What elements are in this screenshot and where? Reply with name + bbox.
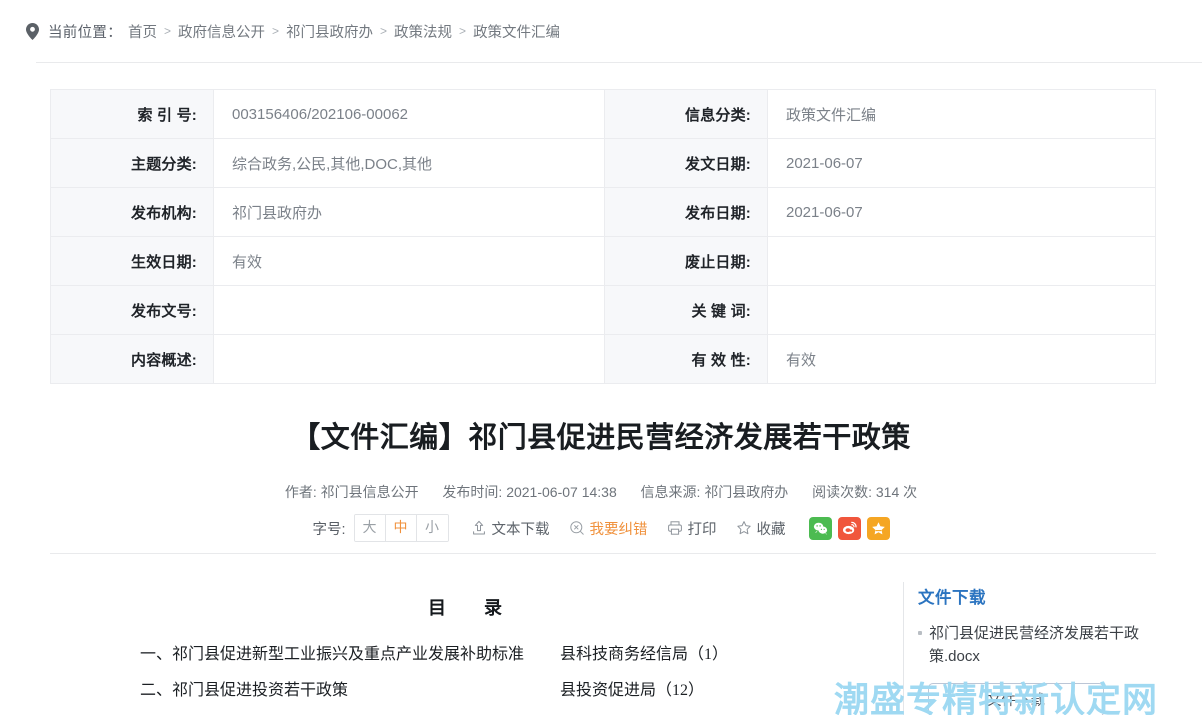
breadcrumb-separator: > xyxy=(164,24,172,38)
share-qzone-button[interactable] xyxy=(866,516,890,540)
text-download-label: 文本下载 xyxy=(491,521,550,538)
author-value: 祁门县信息公开 xyxy=(320,484,419,500)
meta-label: 信息分类: xyxy=(604,89,768,139)
file-name: 祁门县促进民营经济发展若干政策.docx xyxy=(929,625,1140,666)
meta-label: 发布日期: xyxy=(604,187,768,237)
document-metadata-table: 索 引 号: 003156406/202106-00062 信息分类: 政策文件… xyxy=(50,89,1156,384)
meta-value xyxy=(767,236,1156,286)
share-buttons xyxy=(808,516,890,540)
publish-time-value: 2021-06-07 14:38 xyxy=(506,484,617,500)
table-row: 发布文号: 关 键 词: xyxy=(50,285,1156,335)
file-download-heading: 文件下载 xyxy=(918,589,986,607)
breadcrumb-item-2[interactable]: 祁门县政府办 xyxy=(286,21,373,42)
meta-label: 发文日期: xyxy=(604,138,768,188)
file-download-link[interactable]: 祁门县促进民营经济发展若干政策.docx xyxy=(918,622,1168,669)
meta-label: 主题分类: xyxy=(50,138,214,188)
breadcrumb-item-0[interactable]: 首页 xyxy=(128,21,157,42)
meta-value xyxy=(213,334,605,384)
header-divider xyxy=(36,62,1202,63)
table-row: 内容概述: 有 效 性: 有效 xyxy=(50,334,1156,384)
page-title: 【文件汇编】祁门县促进民营经济发展若干政策 xyxy=(291,422,911,454)
breadcrumb: 当前位置： 首页 > 政府信息公开 > 祁门县政府办 > 政策法规 > 政策文件… xyxy=(0,0,1202,62)
article-toolbar: 字号: 大 中 小 文本下载 我要纠错 打印 收藏 xyxy=(0,514,1202,542)
star-icon xyxy=(736,521,751,535)
table-row: 生效日期: 有效 废止日期: xyxy=(50,236,1156,286)
toc-entry-name: 一、祁门县促进新型工业振兴及重点产业发展补助标准 xyxy=(140,646,525,663)
font-size-large-button[interactable]: 大 xyxy=(354,515,386,541)
download-file-button[interactable]: 文件下载 xyxy=(928,682,1104,715)
meta-value xyxy=(213,285,605,335)
meta-label: 有 效 性: xyxy=(604,334,768,384)
meta-value xyxy=(767,285,1156,335)
content-divider xyxy=(50,553,1156,554)
error-report-button[interactable]: 我要纠错 xyxy=(569,518,648,539)
download-icon xyxy=(472,520,485,535)
meta-value: 2021-06-07 xyxy=(767,187,1156,237)
font-size-medium-button[interactable]: 中 xyxy=(385,515,417,541)
meta-label: 发布机构: xyxy=(50,187,214,237)
views-label: 阅读次数: xyxy=(812,484,872,500)
font-size-selector[interactable]: 大 中 小 xyxy=(353,514,449,542)
breadcrumb-separator: > xyxy=(272,24,280,38)
source-value: 祁门县政府办 xyxy=(704,484,789,500)
meta-label: 发布文号: xyxy=(50,285,214,335)
list-item[interactable]: 二、祁门县促进投资若干政策 县投资促进局（12） xyxy=(50,664,890,700)
meta-value: 政策文件汇编 xyxy=(767,89,1156,139)
breadcrumb-label: 当前位置： xyxy=(48,24,122,41)
bullet-icon xyxy=(918,631,922,635)
publish-time-label: 发布时间: xyxy=(442,484,503,500)
share-wechat-button[interactable] xyxy=(808,516,832,540)
printer-icon xyxy=(667,521,682,535)
meta-value: 有效 xyxy=(213,236,605,286)
views-value: 314 次 xyxy=(875,484,918,500)
sidebar-divider xyxy=(903,582,904,715)
article-meta: 作者: 祁门县信息公开 发布时间: 2021-06-07 14:38 信息来源:… xyxy=(0,482,1202,502)
toc-entry-name: 二、祁门县促进投资若干政策 xyxy=(140,682,349,699)
breadcrumb-item-4: 政策文件汇编 xyxy=(473,24,561,41)
meta-value: 综合政务,公民,其他,DOC,其他 xyxy=(213,138,605,188)
meta-value: 祁门县政府办 xyxy=(213,187,605,237)
file-download-panel: 文件下载 祁门县促进民营经济发展若干政策.docx 文件下载 xyxy=(918,584,1168,715)
meta-value: 有效 xyxy=(767,334,1156,384)
document-body: 目 录 一、祁门县促进新型工业振兴及重点产业发展补助标准 县科技商务经信局（1）… xyxy=(50,572,890,700)
font-size-label: 字号: xyxy=(312,521,346,538)
location-pin-icon xyxy=(26,22,39,40)
breadcrumb-separator: > xyxy=(459,24,467,38)
share-weibo-button[interactable] xyxy=(837,516,861,540)
table-row: 发布机构: 祁门县政府办 发布日期: 2021-06-07 xyxy=(50,187,1156,237)
wechat-icon xyxy=(813,522,827,535)
toc-heading: 目 录 xyxy=(428,598,512,618)
weibo-icon xyxy=(842,521,857,535)
toc-entry-dept: 县科技商务经信局（1） xyxy=(560,646,729,663)
favorite-label: 收藏 xyxy=(756,521,786,538)
source-label: 信息来源: xyxy=(640,484,701,500)
favorite-button[interactable]: 收藏 xyxy=(736,518,786,539)
meta-label: 内容概述: xyxy=(50,334,214,384)
meta-value: 003156406/202106-00062 xyxy=(213,89,605,139)
print-label: 打印 xyxy=(687,521,717,538)
toc-entry-dept: 县投资促进局（12） xyxy=(560,682,705,699)
error-report-label: 我要纠错 xyxy=(589,521,648,538)
font-size-small-button[interactable]: 小 xyxy=(416,515,448,541)
qzone-icon xyxy=(871,521,885,534)
meta-value: 2021-06-07 xyxy=(767,138,1156,188)
meta-label: 生效日期: xyxy=(50,236,214,286)
breadcrumb-item-1[interactable]: 政府信息公开 xyxy=(178,21,265,42)
meta-label: 关 键 词: xyxy=(604,285,768,335)
text-download-button[interactable]: 文本下载 xyxy=(471,518,550,539)
error-report-icon xyxy=(569,521,584,535)
meta-label: 废止日期: xyxy=(604,236,768,286)
meta-label: 索 引 号: xyxy=(50,89,214,139)
print-button[interactable]: 打印 xyxy=(667,518,717,539)
breadcrumb-separator: > xyxy=(380,24,388,38)
list-item[interactable]: 一、祁门县促进新型工业振兴及重点产业发展补助标准 县科技商务经信局（1） xyxy=(50,628,890,664)
table-row: 索 引 号: 003156406/202106-00062 信息分类: 政策文件… xyxy=(50,89,1156,139)
table-row: 主题分类: 综合政务,公民,其他,DOC,其他 发文日期: 2021-06-07 xyxy=(50,138,1156,188)
breadcrumb-item-3[interactable]: 政策法规 xyxy=(394,21,452,42)
author-label: 作者: xyxy=(284,484,317,500)
